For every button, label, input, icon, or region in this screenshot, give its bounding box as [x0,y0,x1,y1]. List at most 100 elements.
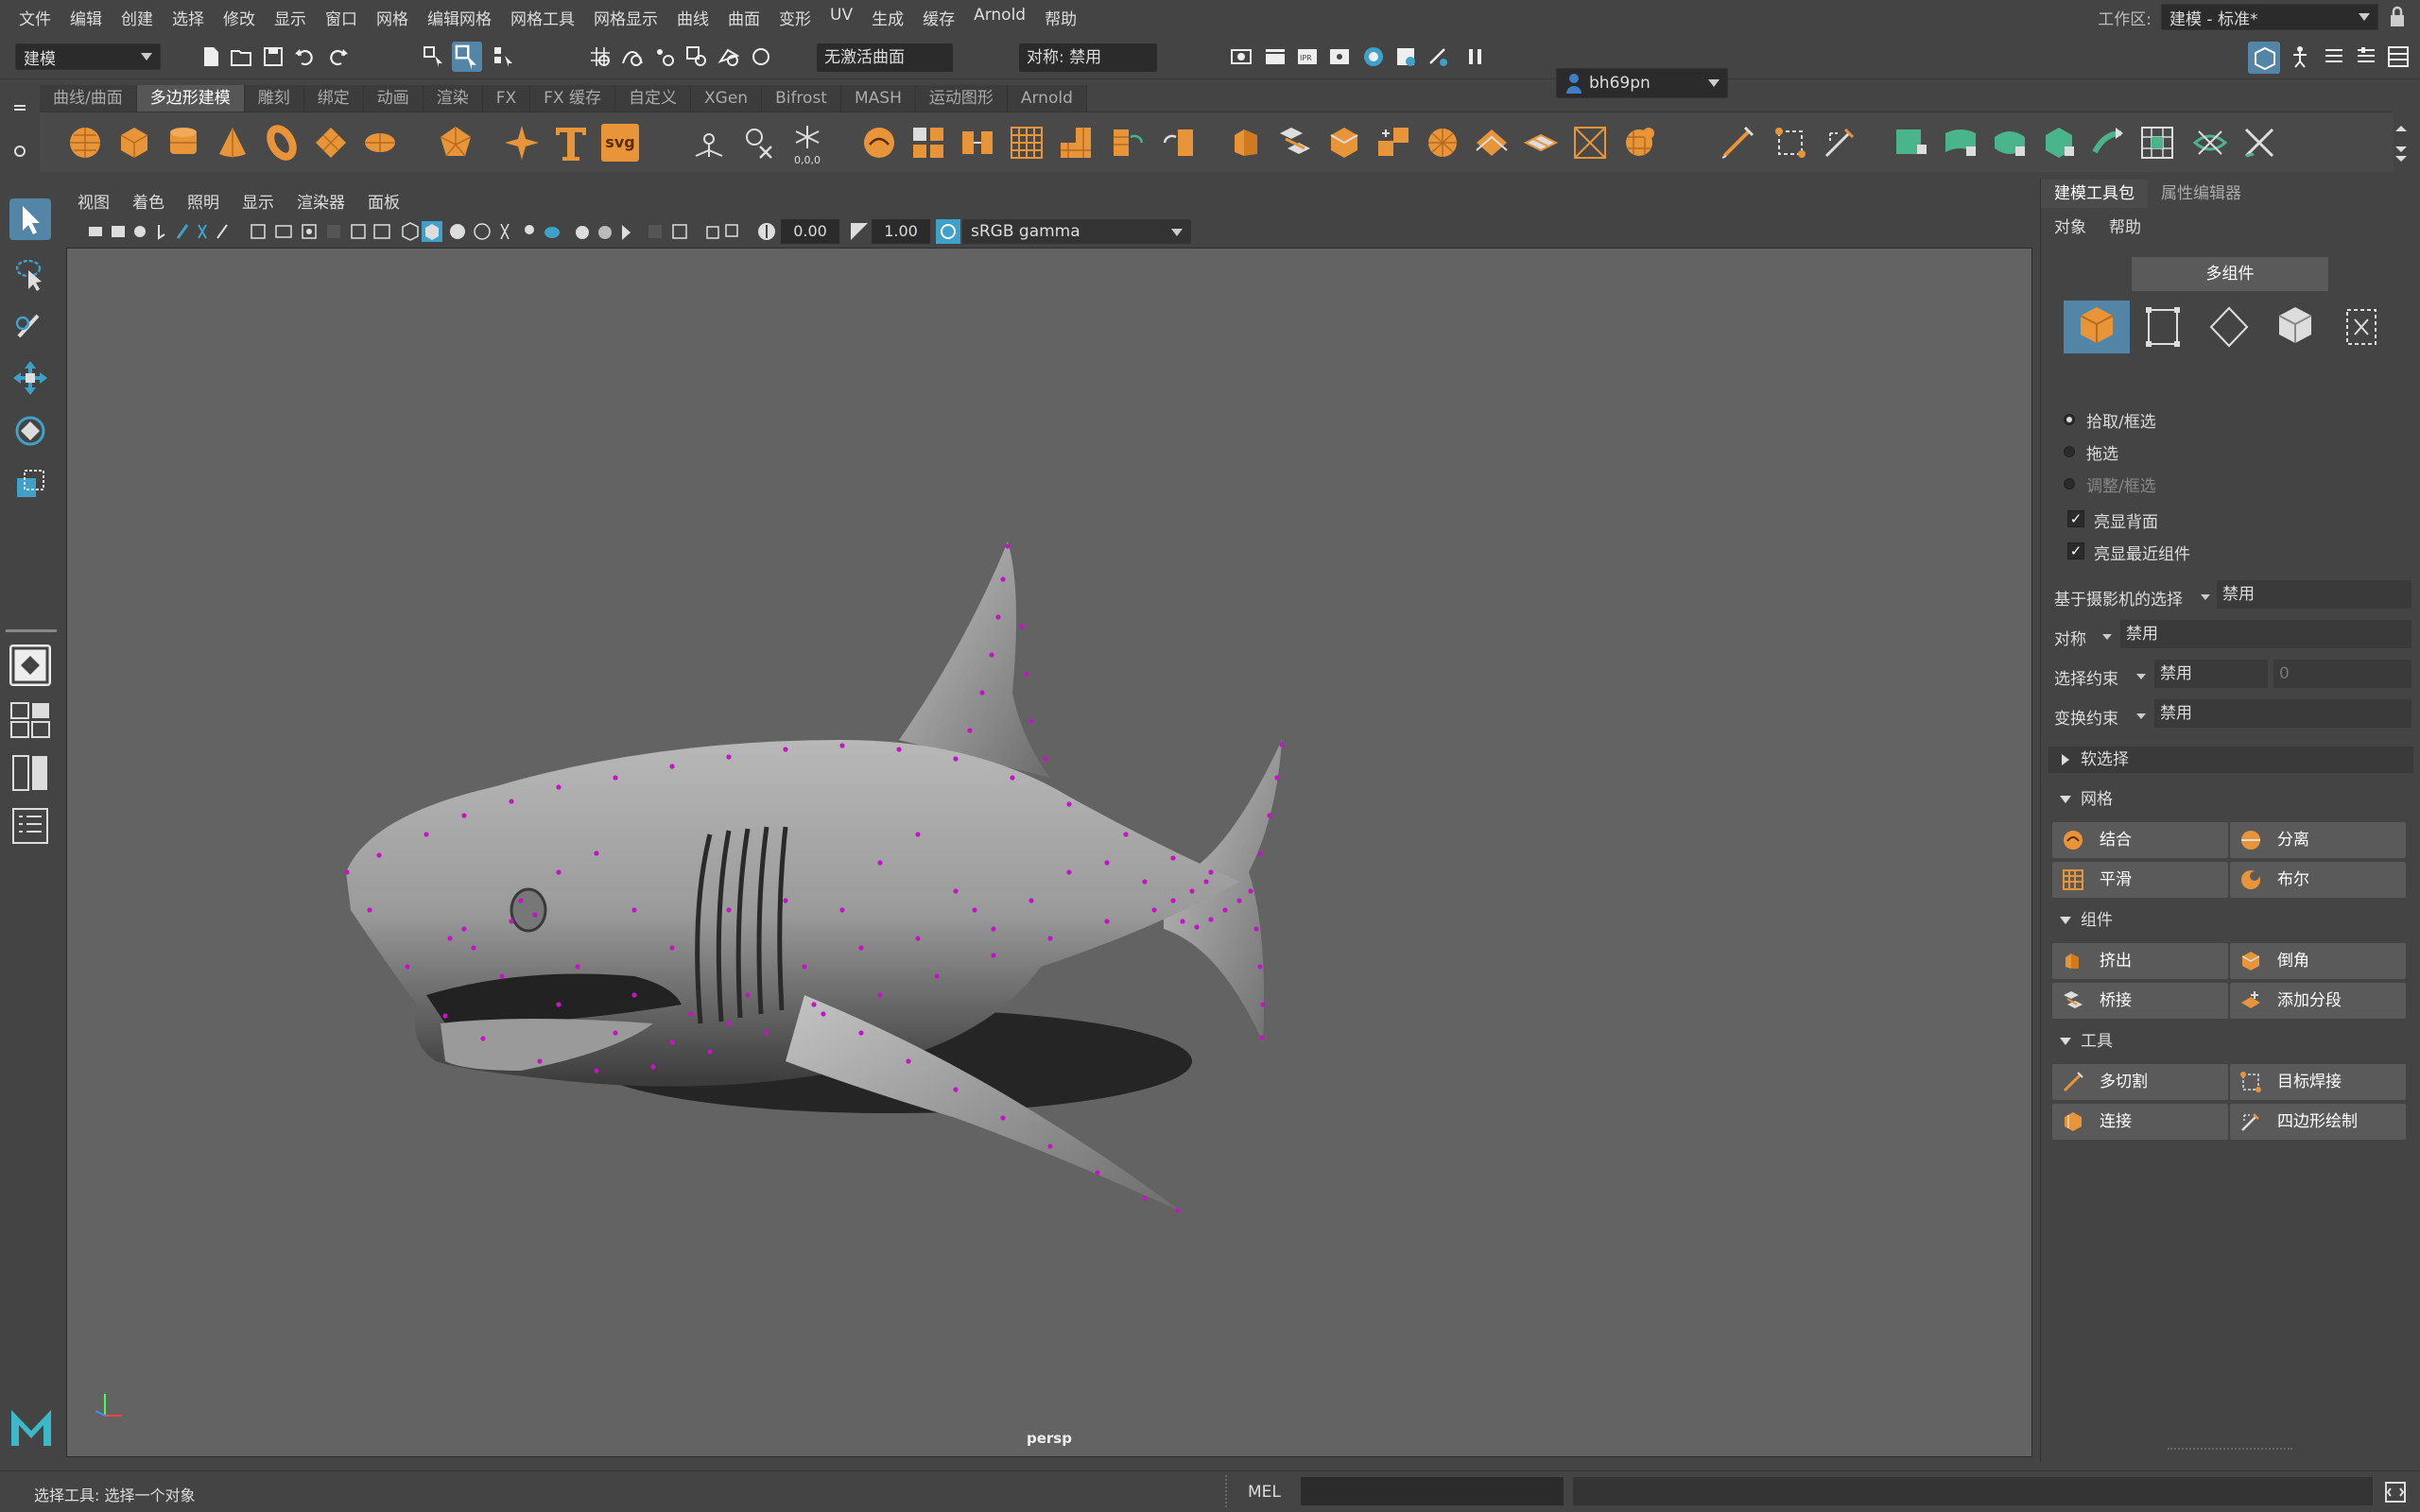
mesh-vertex[interactable] [726,1021,732,1026]
mesh-vertex[interactable] [669,1040,675,1045]
live-surface-field[interactable]: 无激活曲面 [817,43,953,72]
mesh-vertex[interactable] [518,898,524,903]
mesh-vertex[interactable] [991,926,996,932]
mesh-vertex[interactable] [424,832,429,837]
uv-editor-icon[interactable] [2138,124,2176,162]
mesh-vertex[interactable] [594,850,599,856]
panel-menu-help[interactable]: 帮助 [2109,214,2141,237]
side-by-side-layout-icon[interactable] [9,752,51,794]
combine-icon[interactable] [860,124,898,162]
mesh-vertex[interactable] [953,756,959,762]
mesh-vertex[interactable] [480,1036,486,1041]
mesh-vertex[interactable] [1123,832,1129,837]
automatic-uv-icon[interactable] [2040,124,2078,162]
mesh-vertex[interactable] [995,614,1001,620]
mesh-vertex[interactable] [376,852,382,858]
snap-to-view-plane-icon[interactable] [684,44,709,69]
script-language-toggle[interactable]: MEL [1248,1483,1281,1502]
face-mode-icon[interactable] [2262,301,2328,353]
mesh-vertex[interactable] [1095,1170,1100,1176]
object-mode-button[interactable] [2064,301,2130,353]
poly-cube-icon[interactable] [115,124,153,162]
vertex-mode-icon[interactable] [2130,301,2196,353]
make-live-icon[interactable] [717,44,741,69]
mesh-vertex[interactable] [575,964,580,970]
channel-box-icon[interactable] [2386,44,2411,69]
mesh-vertex[interactable] [1257,964,1263,970]
radio-tweak-marquee[interactable] [2064,478,2075,490]
mesh-vertex[interactable] [631,992,637,998]
snap-to-curve-icon[interactable] [620,44,645,69]
mesh-vertex[interactable] [953,1087,959,1092]
sculpt-mesh-icon[interactable] [1620,124,1658,162]
mirror-icon[interactable] [690,124,728,162]
exposure-icon[interactable] [756,221,777,242]
shelf-tab-rendering[interactable]: 渲染 [423,85,483,112]
render-frame-icon[interactable] [1263,44,1288,69]
four-view-layout-icon[interactable] [9,699,51,741]
mesh-vertex[interactable] [1194,924,1200,930]
mesh-vertex[interactable] [471,945,476,951]
menu-edit-mesh[interactable]: 编辑网格 [418,6,501,29]
mesh-vertex[interactable] [1104,860,1110,866]
edge-mode-icon[interactable] [2196,301,2262,353]
menu-uv[interactable]: UV [821,6,862,29]
mesh-vertex[interactable] [556,869,562,875]
camera-based-selection-field[interactable]: 禁用 [2217,580,2411,609]
shelf-options[interactable] [9,89,30,174]
smooth-button[interactable]: 平滑 [2052,862,2228,898]
vp-menu-show[interactable]: 显示 [231,189,285,213]
new-scene-icon[interactable] [199,44,223,69]
menu-display[interactable]: 显示 [265,6,316,29]
move-tool-icon[interactable] [9,357,51,399]
add-divisions-button[interactable]: 添加分段 [2230,983,2406,1019]
transform-constraint-field[interactable]: 禁用 [2154,699,2411,728]
mesh-vertex[interactable] [972,907,977,913]
mesh-vertex[interactable] [556,784,562,790]
mesh-vertex[interactable] [915,936,921,941]
mesh-vertex[interactable] [1142,1195,1148,1201]
menu-mesh-tools[interactable]: 网格工具 [501,6,584,29]
mesh-vertex[interactable] [896,747,902,752]
multi-cut-tool-icon[interactable] [1719,124,1756,162]
poly-torus-icon[interactable] [263,124,301,162]
shelf-tab-arnold[interactable]: Arnold [1007,85,1087,112]
quad-draw-icon[interactable] [1821,124,1858,162]
mesh-vertex[interactable] [631,907,637,913]
select-by-component-icon[interactable] [492,44,516,69]
mesh-vertex[interactable] [1066,801,1072,807]
snap-to-grid-icon[interactable] [588,44,613,69]
shelf-tab-mash[interactable]: MASH [840,85,916,112]
mesh-vertex[interactable] [1208,917,1214,922]
mesh-vertex[interactable] [764,1030,769,1036]
mesh-vertex[interactable] [1222,907,1228,913]
mesh-vertex[interactable] [532,912,538,918]
vp-menu-lighting[interactable]: 照明 [176,189,231,213]
cylindrical-uv-icon[interactable] [1942,124,1979,162]
pause-viewport-icon[interactable] [1463,44,1488,69]
mesh-vertex[interactable] [858,945,864,951]
poly-cone-icon[interactable] [214,124,251,162]
mesh-vertex[interactable] [1257,850,1263,856]
tool-settings-icon[interactable] [2354,44,2378,69]
retopologize-icon[interactable] [1159,124,1197,162]
quad-draw-button[interactable]: 四边形绘制 [2230,1104,2406,1140]
extrude-icon[interactable] [1227,124,1265,162]
vp-menu-renderer[interactable]: 渲染器 [285,189,356,213]
mesh-vertex[interactable] [1189,888,1195,894]
mesh-vertex[interactable] [669,764,675,769]
command-line-input[interactable] [1301,1477,1564,1505]
gamma-field[interactable]: 1.00 [872,219,930,244]
connect-button[interactable]: 连接 [2052,1104,2228,1140]
chevron-down-icon[interactable] [2101,632,2113,642]
user-account-dropdown[interactable]: bh69pn [1556,68,1728,98]
menu-windows[interactable]: 窗口 [316,6,367,29]
mesh-vertex[interactable] [509,799,514,804]
mesh-vertex[interactable] [1005,543,1011,549]
menu-mesh[interactable]: 网格 [367,6,418,29]
chevron-down-icon[interactable] [2135,672,2147,681]
combine-button[interactable]: 结合 [2052,822,2228,858]
workspace-dropdown[interactable]: 建模 - 标准* [2161,4,2378,30]
select-by-object-button[interactable] [452,42,482,72]
open-scene-icon[interactable] [229,44,253,69]
